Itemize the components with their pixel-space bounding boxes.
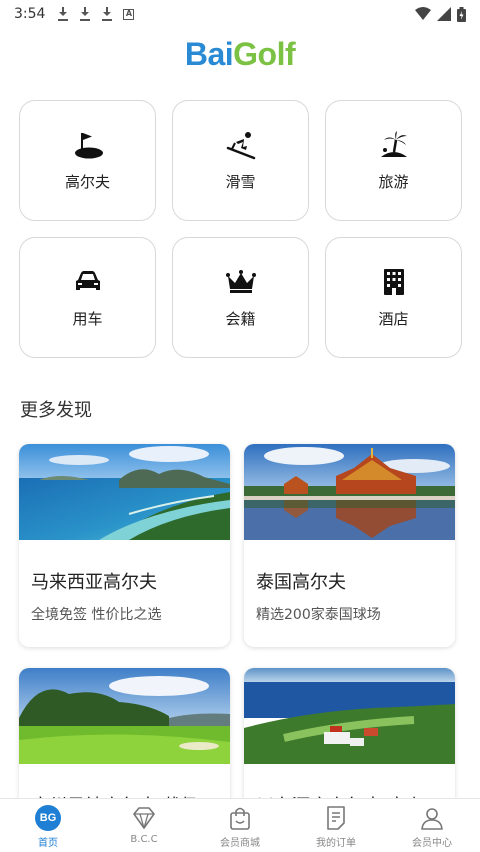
- bottom-nav: BG 首页 B.C.C 会员商城 我的订单 会员中心: [0, 798, 480, 852]
- diamond-icon: [131, 805, 157, 831]
- card-subtitle: 精选200家泰国球场: [256, 607, 381, 623]
- destination-card-malaysia[interactable]: 马来西亚高尔夫 全境免签 性价比之选: [19, 444, 230, 647]
- category-label: 会籍: [225, 310, 256, 328]
- section-title: 更多发现: [20, 400, 92, 421]
- nav-label: B.C.C: [130, 834, 158, 845]
- download-icon: [101, 7, 113, 21]
- category-travel[interactable]: 旅游: [325, 100, 462, 221]
- shopping-bag-icon: [227, 805, 253, 831]
- nav-bcc[interactable]: B.C.C: [96, 799, 192, 852]
- order-list-icon: [323, 805, 349, 831]
- category-label: 用车: [72, 310, 103, 328]
- card-title: 泰国高尔夫: [256, 572, 346, 593]
- golf-course-image: [19, 668, 230, 764]
- category-golf[interactable]: 高尔夫: [19, 100, 156, 221]
- battery-icon: [457, 6, 466, 22]
- signal-icon: [437, 7, 451, 21]
- nav-label: 首页: [38, 838, 58, 849]
- download-icon: [57, 7, 69, 21]
- coastal-resort-image: [244, 668, 455, 764]
- crown-icon: [225, 266, 257, 298]
- font-a-icon: A: [123, 8, 135, 20]
- logo-text-golf: Golf: [233, 36, 296, 72]
- car-icon: [72, 266, 104, 298]
- baigolf-logo: BaiGolf: [0, 36, 480, 73]
- category-label: 酒店: [378, 310, 409, 328]
- thai-temple-image: [244, 444, 455, 540]
- nav-mall[interactable]: 会员商城: [192, 799, 288, 852]
- category-car[interactable]: 用车: [19, 237, 156, 358]
- island-palm-icon: [378, 129, 410, 161]
- logo-text-bai: Bai: [184, 36, 234, 72]
- status-bar: 3:54 A: [0, 0, 480, 28]
- status-time: 3:54: [14, 6, 46, 22]
- malaysia-island-image: [19, 444, 230, 540]
- category-membership[interactable]: 会籍: [172, 237, 309, 358]
- nav-orders[interactable]: 我的订单: [288, 799, 384, 852]
- card-subtitle: 全境免签 性价比之选: [31, 607, 162, 623]
- category-label: 旅游: [378, 173, 409, 191]
- user-icon: [419, 805, 445, 831]
- nav-member-center[interactable]: 会员中心: [384, 799, 480, 852]
- nav-label: 我的订单: [316, 838, 356, 849]
- download-icon: [79, 7, 91, 21]
- destination-card-thailand[interactable]: 泰国高尔夫 精选200家泰国球场: [244, 444, 455, 647]
- hotel-building-icon: [378, 266, 410, 298]
- category-hotel[interactable]: 酒店: [325, 237, 462, 358]
- nav-home[interactable]: BG 首页: [0, 799, 96, 852]
- bg-logo-icon: BG: [35, 805, 61, 831]
- card-title: 马来西亚高尔夫: [31, 572, 157, 593]
- category-label: 高尔夫: [64, 173, 110, 191]
- category-grid: 高尔夫 滑雪 旅游 用车 会籍 酒店: [19, 100, 462, 358]
- nav-label: 会员中心: [412, 838, 452, 849]
- skier-icon: [225, 129, 257, 161]
- golf-flag-icon: [72, 129, 104, 161]
- wifi-icon: [415, 7, 431, 20]
- category-ski[interactable]: 滑雪: [172, 100, 309, 221]
- category-label: 滑雪: [225, 173, 256, 191]
- nav-label: 会员商城: [220, 838, 260, 849]
